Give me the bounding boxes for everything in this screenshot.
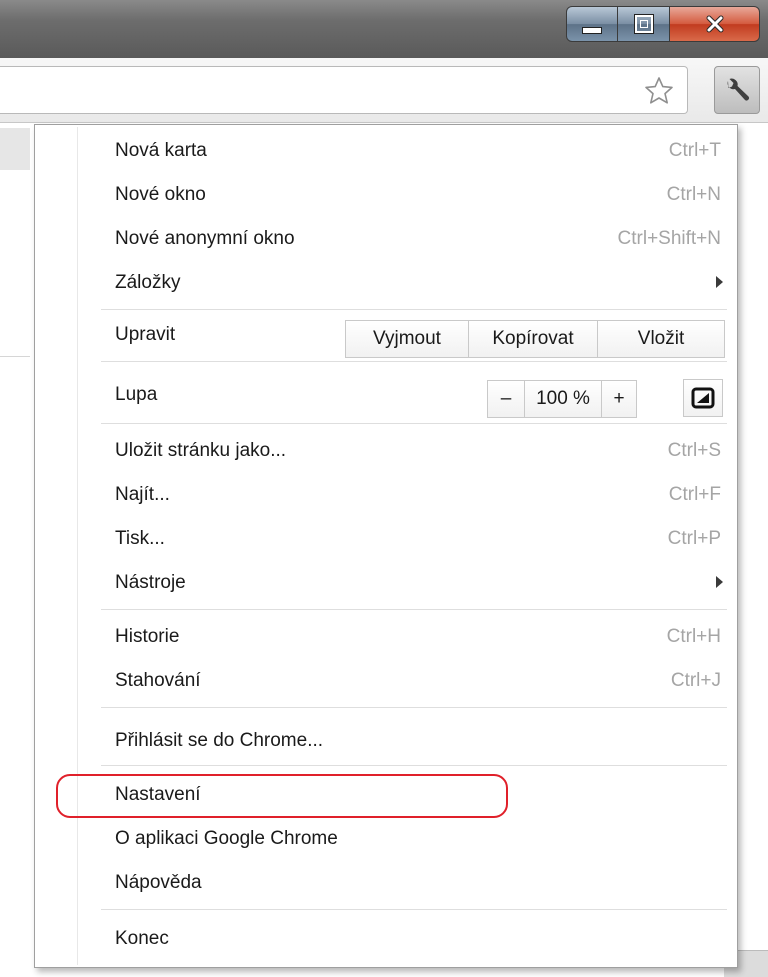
wrench-menu-button[interactable] xyxy=(714,66,760,114)
menu-item-label: Historie xyxy=(115,626,180,647)
menu-item-shortcut: Ctrl+T xyxy=(668,140,721,161)
menu-item-shortcut: Ctrl+S xyxy=(667,440,721,461)
menu-separator xyxy=(101,609,727,610)
chevron-right-icon xyxy=(716,276,723,288)
menu-item-label: Konec xyxy=(115,928,169,949)
chrome-menu: Nová karta Ctrl+T Nové okno Ctrl+N Nové … xyxy=(34,124,738,968)
menu-item-find[interactable]: Najít... Ctrl+F xyxy=(37,473,735,517)
minimize-icon xyxy=(582,26,602,34)
menu-item-edit: Upravit Vyjmout Kopírovat Vložit xyxy=(37,313,735,358)
menu-item-new-tab[interactable]: Nová karta Ctrl+T xyxy=(37,129,735,173)
cut-button[interactable]: Vyjmout xyxy=(346,321,469,357)
menu-item-shortcut: Ctrl+Shift+N xyxy=(617,228,721,249)
menu-item-shortcut: Ctrl+H xyxy=(666,626,721,647)
menu-item-label: Tisk... xyxy=(115,528,165,549)
menu-item-tools[interactable]: Nástroje xyxy=(37,561,735,605)
minimize-button[interactable] xyxy=(566,6,618,42)
paste-button[interactable]: Vložit xyxy=(598,321,724,357)
menu-item-incognito[interactable]: Nové anonymní okno Ctrl+Shift+N xyxy=(37,217,735,261)
menu-item-label: Nástroje xyxy=(115,572,186,593)
close-button[interactable] xyxy=(670,6,760,42)
window-title-bar xyxy=(0,0,768,58)
zoom-button-group: – 100 % + xyxy=(487,380,637,418)
copy-button[interactable]: Kopírovat xyxy=(469,321,598,357)
star-icon[interactable] xyxy=(643,75,675,107)
close-icon xyxy=(706,15,723,33)
restore-icon xyxy=(634,15,653,33)
browser-toolbar xyxy=(0,58,768,123)
page-tab-strip xyxy=(0,128,30,170)
menu-item-label: Lupa xyxy=(115,384,158,405)
menu-item-shortcut: Ctrl+J xyxy=(670,670,721,691)
menu-item-label: Stahování xyxy=(115,670,201,691)
window-controls xyxy=(566,6,760,42)
menu-item-label: Záložky xyxy=(115,272,181,293)
menu-separator xyxy=(101,765,727,766)
menu-item-new-window[interactable]: Nové okno Ctrl+N xyxy=(37,173,735,217)
menu-item-downloads[interactable]: Stahování Ctrl+J xyxy=(37,659,735,703)
menu-separator xyxy=(101,707,727,708)
menu-item-label: Nová karta xyxy=(115,140,207,161)
menu-separator xyxy=(101,423,727,424)
zoom-out-button[interactable]: – xyxy=(488,381,525,417)
page-divider xyxy=(0,356,30,357)
menu-separator xyxy=(101,909,727,910)
menu-item-about[interactable]: O aplikaci Google Chrome xyxy=(37,817,735,861)
menu-item-exit[interactable]: Konec xyxy=(37,917,735,961)
address-bar[interactable] xyxy=(0,66,688,114)
menu-item-help[interactable]: Nápověda xyxy=(37,861,735,905)
zoom-in-button[interactable]: + xyxy=(602,381,636,417)
restore-button[interactable] xyxy=(618,6,670,42)
menu-item-label: Uložit stránku jako... xyxy=(115,440,287,461)
menu-item-label: Upravit xyxy=(115,324,176,345)
wrench-icon xyxy=(727,78,749,101)
menu-separator xyxy=(101,309,727,310)
chevron-right-icon xyxy=(716,576,723,588)
fullscreen-button[interactable] xyxy=(683,379,723,417)
fullscreen-icon xyxy=(691,387,715,409)
menu-item-label: Nové okno xyxy=(115,184,206,205)
menu-item-shortcut: Ctrl+F xyxy=(668,484,721,505)
zoom-level: 100 % xyxy=(525,381,602,417)
menu-item-shortcut: Ctrl+N xyxy=(666,184,721,205)
highlight-annotation xyxy=(56,774,508,818)
menu-item-print[interactable]: Tisk... Ctrl+P xyxy=(37,517,735,561)
menu-item-label: Přihlásit se do Chrome... xyxy=(115,730,324,751)
menu-item-zoom: Lupa – 100 % + xyxy=(37,373,735,418)
edit-button-group: Vyjmout Kopírovat Vložit xyxy=(345,320,725,358)
menu-item-label: Nové anonymní okno xyxy=(115,228,295,249)
menu-item-shortcut: Ctrl+P xyxy=(667,528,721,549)
menu-item-label: Najít... xyxy=(115,484,170,505)
menu-item-save-page[interactable]: Uložit stránku jako... Ctrl+S xyxy=(37,429,735,473)
menu-item-bookmarks[interactable]: Záložky xyxy=(37,261,735,305)
menu-separator xyxy=(101,361,727,362)
menu-item-label: Nápověda xyxy=(115,872,202,893)
menu-item-history[interactable]: Historie Ctrl+H xyxy=(37,615,735,659)
menu-item-sign-in[interactable]: Přihlásit se do Chrome... xyxy=(37,719,735,763)
menu-item-label: O aplikaci Google Chrome xyxy=(115,828,338,849)
